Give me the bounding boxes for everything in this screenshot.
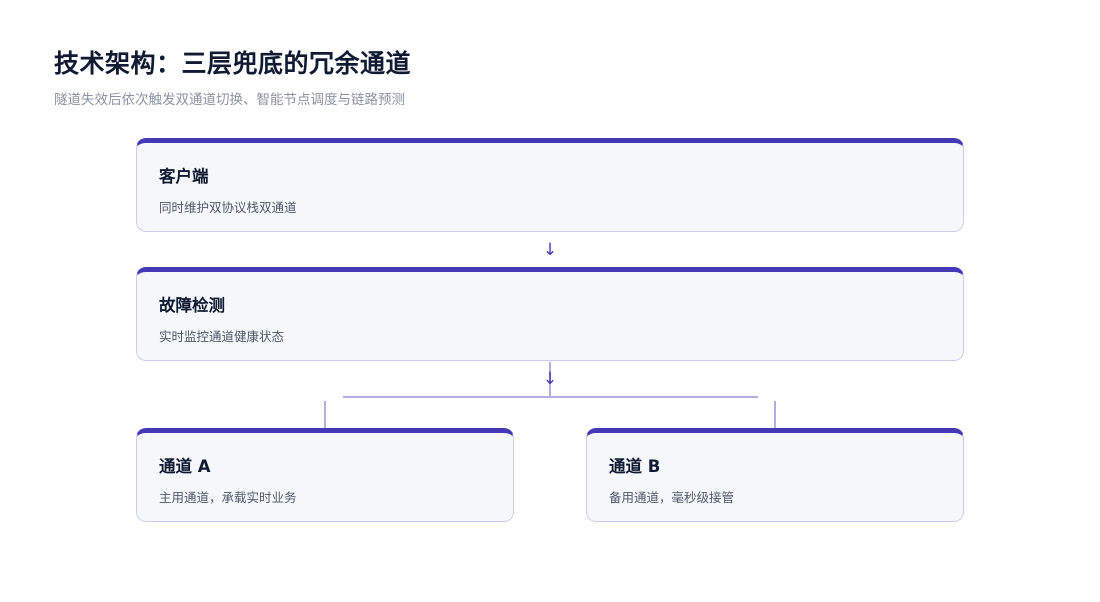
channel-b-node-desc: 备用通道，毫秒级接管 [609, 490, 735, 505]
channel-b-node: 通道 B 备用通道，毫秒级接管 [586, 428, 964, 522]
page-title: 技术架构：三层兜底的冗余通道 [54, 49, 412, 78]
arrow-detect-to-split: ↓ [542, 369, 558, 389]
channel-a-node-title: 通道 A [159, 457, 211, 476]
channel-a-node: 通道 A 主用通道，承载实时业务 [136, 428, 514, 522]
arrow-client-to-detect: ↓ [542, 240, 558, 260]
client-node-desc: 同时维护双协议栈双通道 [159, 200, 297, 215]
detect-node-title: 故障检测 [159, 296, 225, 315]
detect-node: 故障检测 实时监控通道健康状态 [136, 267, 964, 361]
connector-horizontal [343, 396, 758, 398]
channel-b-node-title: 通道 B [609, 457, 661, 476]
client-node-title: 客户端 [159, 167, 209, 186]
page-subtitle: 隧道失效后依次触发双通道切换、智能节点调度与链路预测 [54, 92, 405, 108]
connector-drop-b [774, 401, 776, 429]
detect-node-desc: 实时监控通道健康状态 [159, 329, 285, 344]
channel-a-node-desc: 主用通道，承载实时业务 [159, 490, 297, 505]
client-node: 客户端 同时维护双协议栈双通道 [136, 138, 964, 232]
connector-drop-a [324, 401, 326, 429]
diagram-page: 技术架构：三层兜底的冗余通道 隧道失效后依次触发双通道切换、智能节点调度与链路预… [0, 0, 1100, 602]
